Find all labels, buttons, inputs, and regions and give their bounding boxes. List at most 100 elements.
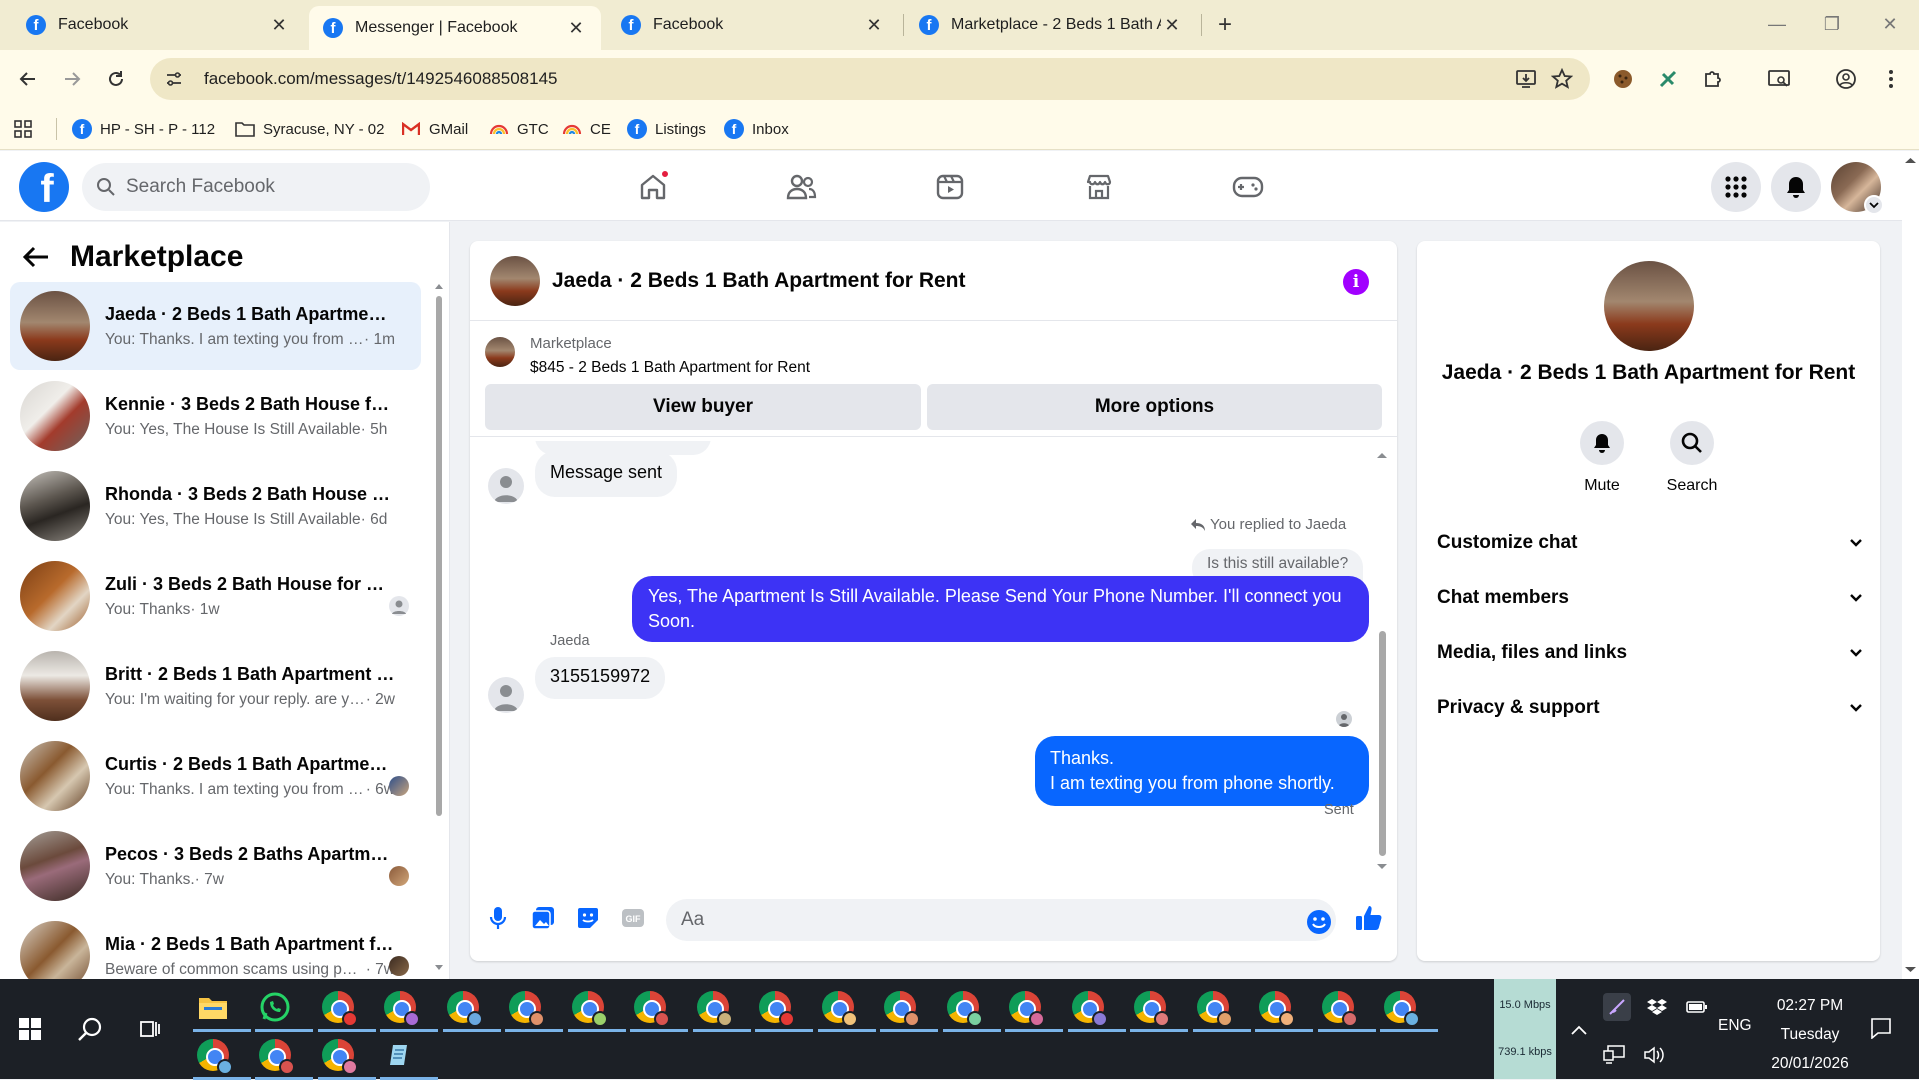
browser-tab-facebook-1[interactable]: f Facebook ✕	[12, 0, 304, 50]
minimize-icon[interactable]: —	[1755, 6, 1799, 42]
section-customize-chat[interactable]: Customize chat	[1437, 518, 1862, 568]
site-info-icon[interactable]	[158, 63, 190, 95]
show-hidden-icons-chevron-up-icon[interactable]	[1566, 1017, 1592, 1043]
section-chat-members[interactable]: Chat members	[1437, 573, 1862, 623]
notepad-icon[interactable]	[378, 1033, 438, 1080]
chrome-profile-icon[interactable]	[316, 1033, 376, 1080]
conversation-jaeda[interactable]: Jaeda · 2 Beds 1 Bath Apartment for Rent…	[10, 282, 421, 370]
close-window-icon[interactable]: ✕	[1868, 6, 1912, 42]
notifications-center-icon[interactable]	[1866, 1013, 1896, 1043]
bookmark-syracuse-folder[interactable]: Syracuse, NY - 02	[235, 117, 384, 141]
nav-marketplace[interactable]	[1044, 163, 1154, 211]
forward-button[interactable]	[56, 63, 88, 95]
account-avatar[interactable]	[1831, 162, 1884, 215]
gif-icon[interactable]: GIF	[618, 903, 648, 933]
bookmark-gmail[interactable]: GMail	[401, 117, 468, 141]
facebook-logo-icon[interactable]: f	[19, 162, 69, 212]
conversation-britt[interactable]: Britt · 2 Beds 1 Bath Apartment for Rent…	[10, 642, 421, 730]
cookie-extension-icon[interactable]	[1607, 63, 1639, 95]
extensions-puzzle-icon[interactable]	[1697, 63, 1729, 95]
nav-gaming[interactable]	[1193, 163, 1303, 211]
more-options-button[interactable]: More options	[927, 384, 1382, 430]
battery-icon[interactable]	[1683, 993, 1711, 1021]
nav-video[interactable]	[895, 163, 1005, 211]
close-tab-icon[interactable]: ✕	[268, 14, 290, 36]
chrome-profile-icon[interactable]	[191, 1033, 251, 1080]
install-app-icon[interactable]	[1508, 61, 1544, 97]
menu-grid-button[interactable]	[1711, 162, 1761, 212]
back-arrow-icon[interactable]	[22, 245, 50, 269]
mute-button[interactable]: Mute	[1567, 421, 1637, 495]
search-input[interactable]	[126, 176, 406, 198]
facebook-search[interactable]	[82, 163, 430, 211]
chrome-profile-icon[interactable]	[441, 985, 501, 1032]
bookmark-star-icon[interactable]	[1544, 61, 1580, 97]
browser-tab-facebook-2[interactable]: f Facebook ✕	[607, 0, 899, 50]
chrome-profile-icon[interactable]	[1128, 985, 1188, 1032]
close-tab-icon[interactable]: ✕	[1161, 14, 1183, 36]
new-tab-button[interactable]: +	[1210, 10, 1240, 40]
chat-title[interactable]: Jaeda · 2 Beds 1 Bath Apartment for Rent	[552, 269, 965, 293]
browser-tab-messenger[interactable]: f Messenger | Facebook ✕	[309, 6, 601, 50]
search-conversation-button[interactable]: Search	[1657, 421, 1727, 495]
search-icon[interactable]	[68, 1007, 112, 1051]
url-text[interactable]: facebook.com/messages/t/1492546088508145	[204, 69, 1508, 89]
reload-button[interactable]	[100, 63, 132, 95]
conversation-rhonda[interactable]: Rhonda · 3 Beds 2 Bath House for Rent Yo…	[10, 462, 421, 550]
chrome-profile-icon[interactable]	[1191, 985, 1251, 1032]
chrome-profile-icon[interactable]	[503, 985, 563, 1032]
bookmark-listings[interactable]: f Listings	[627, 117, 706, 141]
whatsapp-icon[interactable]	[253, 985, 313, 1032]
page-scrollbar[interactable]	[1902, 151, 1919, 979]
notifications-button[interactable]	[1771, 162, 1821, 212]
like-thumbs-up-icon[interactable]	[1354, 903, 1384, 933]
bookmark-inbox[interactable]: f Inbox	[724, 117, 789, 141]
messages-scrollbar[interactable]	[1375, 451, 1389, 871]
profile-icon[interactable]	[1830, 63, 1862, 95]
section-media-files-links[interactable]: Media, files and links	[1437, 628, 1862, 678]
bookmark-ce[interactable]: CE	[562, 117, 611, 141]
pen-tray-icon[interactable]	[1603, 993, 1631, 1021]
browser-tab-marketplace[interactable]: f Marketplace - 2 Beds 1 Bath Ap ✕	[905, 0, 1197, 50]
dropbox-icon[interactable]	[1643, 993, 1671, 1021]
address-bar[interactable]: facebook.com/messages/t/1492546088508145	[150, 58, 1590, 100]
chrome-profile-icon[interactable]	[628, 985, 688, 1032]
bookmark-gtc[interactable]: GTC	[489, 117, 549, 141]
chrome-profile-icon[interactable]	[1003, 985, 1063, 1032]
sidebar-scroll-thumb[interactable]	[436, 296, 442, 816]
browser-menu-icon[interactable]	[1875, 63, 1907, 95]
apps-grid-icon[interactable]	[14, 117, 32, 141]
bookmark-hp-sh[interactable]: f HP - SH - P - 112	[72, 117, 215, 141]
conversation-zuli[interactable]: Zuli · 3 Beds 2 Bath House for Rent You:…	[10, 552, 421, 640]
sidebar-scrollbar[interactable]	[434, 282, 444, 972]
sticker-icon[interactable]	[573, 903, 603, 933]
nav-friends[interactable]	[746, 163, 856, 211]
chrome-profile-icon[interactable]	[253, 1033, 313, 1080]
section-privacy-support[interactable]: Privacy & support	[1437, 683, 1862, 733]
chrome-profile-icon[interactable]	[316, 985, 376, 1032]
chrome-profile-icon[interactable]	[1378, 985, 1438, 1032]
restore-icon[interactable]: ❐	[1810, 6, 1854, 42]
network-monitor-icon[interactable]	[1600, 1043, 1628, 1067]
chrome-profile-icon[interactable]	[941, 985, 1001, 1032]
info-icon[interactable]: i	[1343, 269, 1369, 295]
conversation-curtis[interactable]: Curtis · 2 Beds 1 Bath Apartment for Ren…	[10, 732, 421, 820]
chrome-profile-icon[interactable]	[566, 985, 626, 1032]
chrome-profile-icon[interactable]	[691, 985, 751, 1032]
close-tab-icon[interactable]: ✕	[863, 14, 885, 36]
reading-list-icon[interactable]	[1763, 63, 1795, 95]
conversation-mia[interactable]: Mia · 2 Beds 1 Bath Apartment for Rent B…	[10, 912, 421, 979]
chrome-profile-icon[interactable]	[1066, 985, 1126, 1032]
messages-scroll-thumb[interactable]	[1379, 631, 1386, 856]
chrome-profile-icon[interactable]	[753, 985, 813, 1032]
chat-avatar[interactable]	[490, 255, 540, 306]
message-input[interactable]	[666, 899, 1336, 941]
nav-home[interactable]	[598, 163, 708, 211]
system-clock[interactable]: 02:27 PM Tuesday 20/01/2026	[1745, 991, 1875, 1078]
chrome-profile-icon[interactable]	[378, 985, 438, 1032]
photo-icon[interactable]	[528, 903, 558, 933]
tool-extension-icon[interactable]	[1652, 63, 1684, 95]
windows-start-icon[interactable]	[8, 1007, 52, 1051]
chrome-profile-icon[interactable]	[1253, 985, 1313, 1032]
chrome-profile-icon[interactable]	[878, 985, 938, 1032]
